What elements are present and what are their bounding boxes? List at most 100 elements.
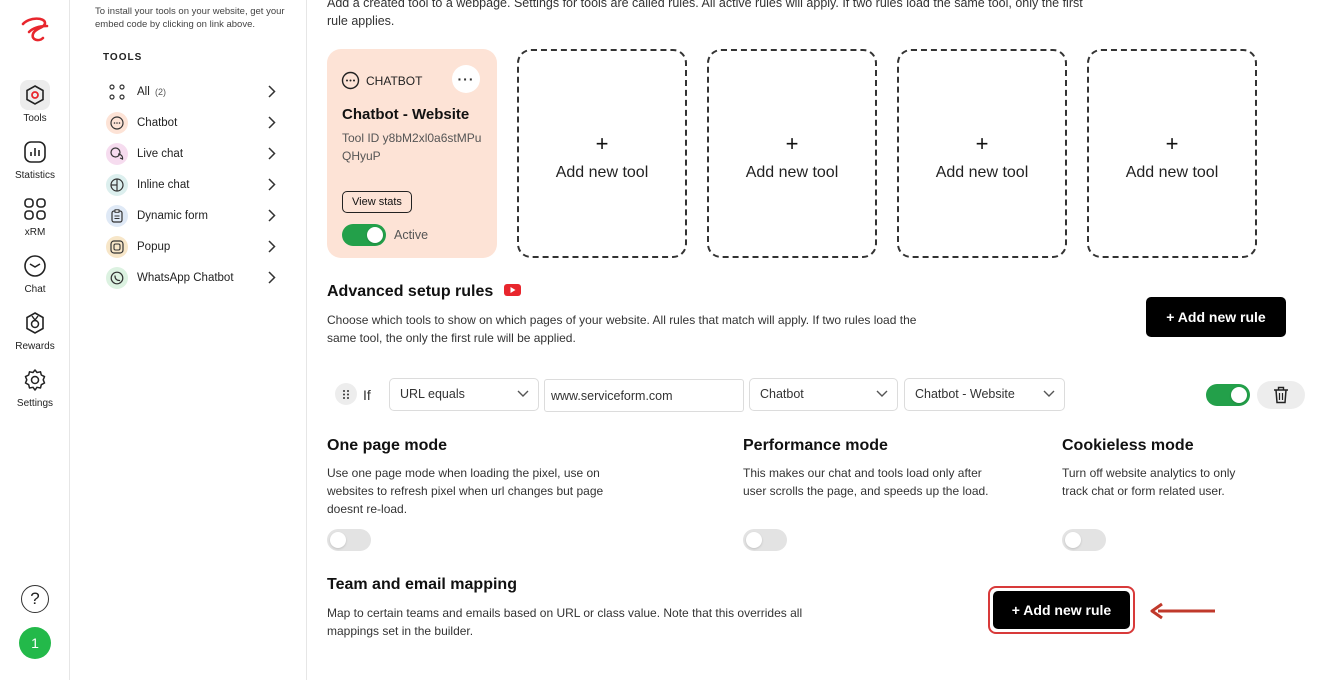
tool-value: Chatbot - Website [915, 387, 1015, 401]
app-root: Tools Statistics xRM Chat Rewards Settin… [0, 0, 1333, 680]
active-toggle[interactable] [342, 224, 386, 246]
live-chat-icon [106, 143, 128, 165]
rail-item-settings[interactable]: Settings [0, 365, 70, 409]
tool-item-label: All [137, 86, 150, 98]
condition-select[interactable]: URL equals [389, 378, 539, 411]
dots-grid-icon [106, 81, 128, 103]
chevron-right-icon [268, 147, 276, 160]
tool-type-value: Chatbot [760, 387, 804, 401]
mode-desc: This makes our chat and tools load only … [743, 466, 989, 498]
add-tool-label: Add new tool [555, 164, 649, 181]
mode-title: Performance mode [743, 437, 888, 454]
tool-item-chatbot[interactable]: Chatbot [106, 111, 276, 135]
chevron-right-icon [268, 209, 276, 222]
avatar[interactable]: 1 [19, 627, 51, 659]
add-tool-label: Add new tool [745, 164, 839, 181]
tool-id: Tool ID y8bM2xl0a6stMPuQHyuP [342, 131, 482, 163]
add-new-rule-button[interactable]: + Add new rule [1146, 297, 1286, 337]
one-page-mode: One page mode Use one page mode when loa… [327, 437, 657, 551]
plus-icon: + [975, 131, 989, 156]
active-label: Active [394, 228, 429, 242]
chevron-down-icon [1043, 390, 1055, 397]
view-stats-button[interactable]: View stats [342, 191, 412, 213]
more-options-icon[interactable]: ··· [452, 65, 480, 93]
rail-label: Chat [24, 284, 46, 295]
chevron-right-icon [268, 240, 276, 253]
tool-select[interactable]: Chatbot - Website [904, 378, 1065, 411]
tools-heading: TOOLS [103, 52, 143, 63]
rail-item-tools[interactable]: Tools [0, 80, 70, 124]
chatbot-icon [341, 71, 360, 90]
tool-item-inline-chat[interactable]: Inline chat [106, 173, 276, 197]
tool-item-label: Dynamic form [137, 210, 208, 222]
grid-icon [20, 194, 50, 224]
plus-icon: + [785, 131, 799, 156]
bar-chart-icon [20, 137, 50, 167]
performance-mode: Performance mode This makes our chat and… [743, 437, 1003, 551]
mode-title: One page mode [327, 437, 448, 454]
add-new-tool-card[interactable]: + Add new tool [517, 49, 687, 258]
tool-item-dynamic-form[interactable]: Dynamic form [106, 204, 276, 228]
tool-item-popup[interactable]: Popup [106, 235, 276, 259]
tool-item-label: Chatbot [137, 117, 178, 129]
gear-icon [20, 365, 50, 395]
tool-item-live-chat[interactable]: Live chat [106, 142, 276, 166]
delete-rule-button[interactable] [1257, 381, 1305, 409]
tool-count: (2) [154, 87, 166, 97]
tool-card-chatbot-website[interactable]: CHATBOT ··· Chatbot - Website Tool ID y8… [327, 49, 497, 258]
cookieless-mode: Cookieless mode Turn off website analyti… [1062, 437, 1262, 551]
tool-name: Chatbot - Website [342, 106, 470, 123]
add-tool-label: Add new tool [1125, 164, 1219, 181]
youtube-icon[interactable] [503, 284, 521, 297]
install-hint: To install your tools on your website, g… [95, 6, 285, 30]
cookieless-mode-toggle[interactable] [1062, 529, 1106, 551]
rail-item-statistics[interactable]: Statistics [0, 137, 70, 181]
intro-text: Add a created tool to a webpage. Setting… [327, 0, 1083, 28]
drag-handle-icon[interactable] [335, 383, 357, 405]
chevron-right-icon [268, 116, 276, 129]
tool-item-label: Popup [137, 241, 171, 253]
help-icon[interactable]: ? [21, 585, 49, 613]
reward-icon [20, 308, 50, 338]
chevron-down-icon [517, 390, 529, 397]
inline-chat-icon [106, 174, 128, 196]
rail-item-chat[interactable]: Chat [0, 251, 70, 295]
tool-item-label: Inline chat [137, 179, 190, 191]
add-new-tool-card[interactable]: + Add new tool [897, 49, 1067, 258]
mode-title: Cookieless mode [1062, 437, 1194, 454]
rail-item-xrm[interactable]: xRM [0, 194, 70, 238]
tools-panel: To install your tools on your website, g… [70, 0, 307, 680]
rail-label: Tools [23, 113, 47, 124]
rail-item-rewards[interactable]: Rewards [0, 308, 70, 352]
brand-logo-icon[interactable] [17, 14, 53, 44]
add-new-tool-card[interactable]: + Add new tool [707, 49, 877, 258]
icon-rail: Tools Statistics xRM Chat Rewards Settin… [0, 0, 70, 680]
url-input[interactable] [544, 379, 744, 412]
rail-label: xRM [24, 227, 46, 238]
plus-icon: + [1165, 131, 1179, 156]
advanced-rules-title-text: Advanced setup rules [327, 283, 494, 300]
arrow-left-icon [1150, 602, 1215, 620]
plus-icon: + [595, 131, 609, 156]
tool-item-all[interactable]: All (2) [106, 80, 276, 104]
chatbot-icon [106, 112, 128, 134]
rail-label: Rewards [15, 341, 55, 352]
condition-value: URL equals [400, 387, 465, 401]
rule-active-toggle[interactable] [1206, 384, 1250, 406]
performance-mode-toggle[interactable] [743, 529, 787, 551]
chevron-down-icon [876, 390, 888, 397]
team-mapping-desc: Map to certain teams and emails based on… [327, 606, 803, 638]
rail-label: Statistics [14, 170, 55, 181]
add-team-mapping-rule-button[interactable]: + Add new rule [993, 591, 1130, 629]
team-mapping-title: Team and email mapping [327, 576, 517, 593]
tool-item-label: Live chat [137, 148, 184, 160]
chat-bubble-icon [20, 251, 50, 281]
rule-row: If URL equals Chatbot Chatbot - Website [335, 378, 1315, 412]
form-icon [106, 205, 128, 227]
add-new-tool-card[interactable]: + Add new tool [1087, 49, 1257, 258]
tool-type-select[interactable]: Chatbot [749, 378, 898, 411]
one-page-mode-toggle[interactable] [327, 529, 371, 551]
chevron-right-icon [268, 271, 276, 284]
tool-item-whatsapp-chatbot[interactable]: WhatsApp Chatbot [106, 266, 276, 290]
add-tool-label: Add new tool [935, 164, 1029, 181]
